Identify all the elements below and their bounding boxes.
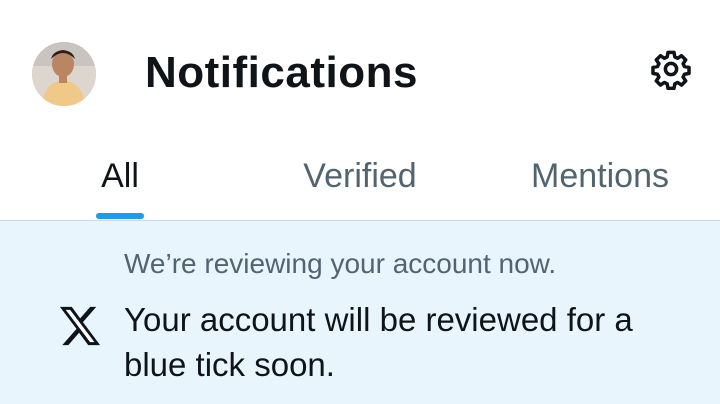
notification-item[interactable]: We’re reviewing your account now. Your a… xyxy=(0,221,720,404)
settings-button[interactable] xyxy=(648,46,694,92)
user-avatar-icon xyxy=(32,42,96,106)
gear-icon xyxy=(651,50,691,90)
x-logo-icon xyxy=(58,305,102,347)
page-title: Notifications xyxy=(145,48,418,97)
notifications-header: Notifications xyxy=(0,0,720,140)
tab-mentions[interactable]: Mentions xyxy=(510,140,690,219)
tab-all[interactable]: All xyxy=(80,140,160,219)
notification-message: Your account will be reviewed for a blue… xyxy=(124,301,633,383)
notification-subtitle: We’re reviewing your account now. xyxy=(124,248,557,279)
active-tab-indicator xyxy=(96,213,144,219)
notification-tabs: All Verified Mentions xyxy=(0,140,720,221)
profile-avatar[interactable] xyxy=(32,42,96,106)
tab-verified[interactable]: Verified xyxy=(280,140,440,219)
